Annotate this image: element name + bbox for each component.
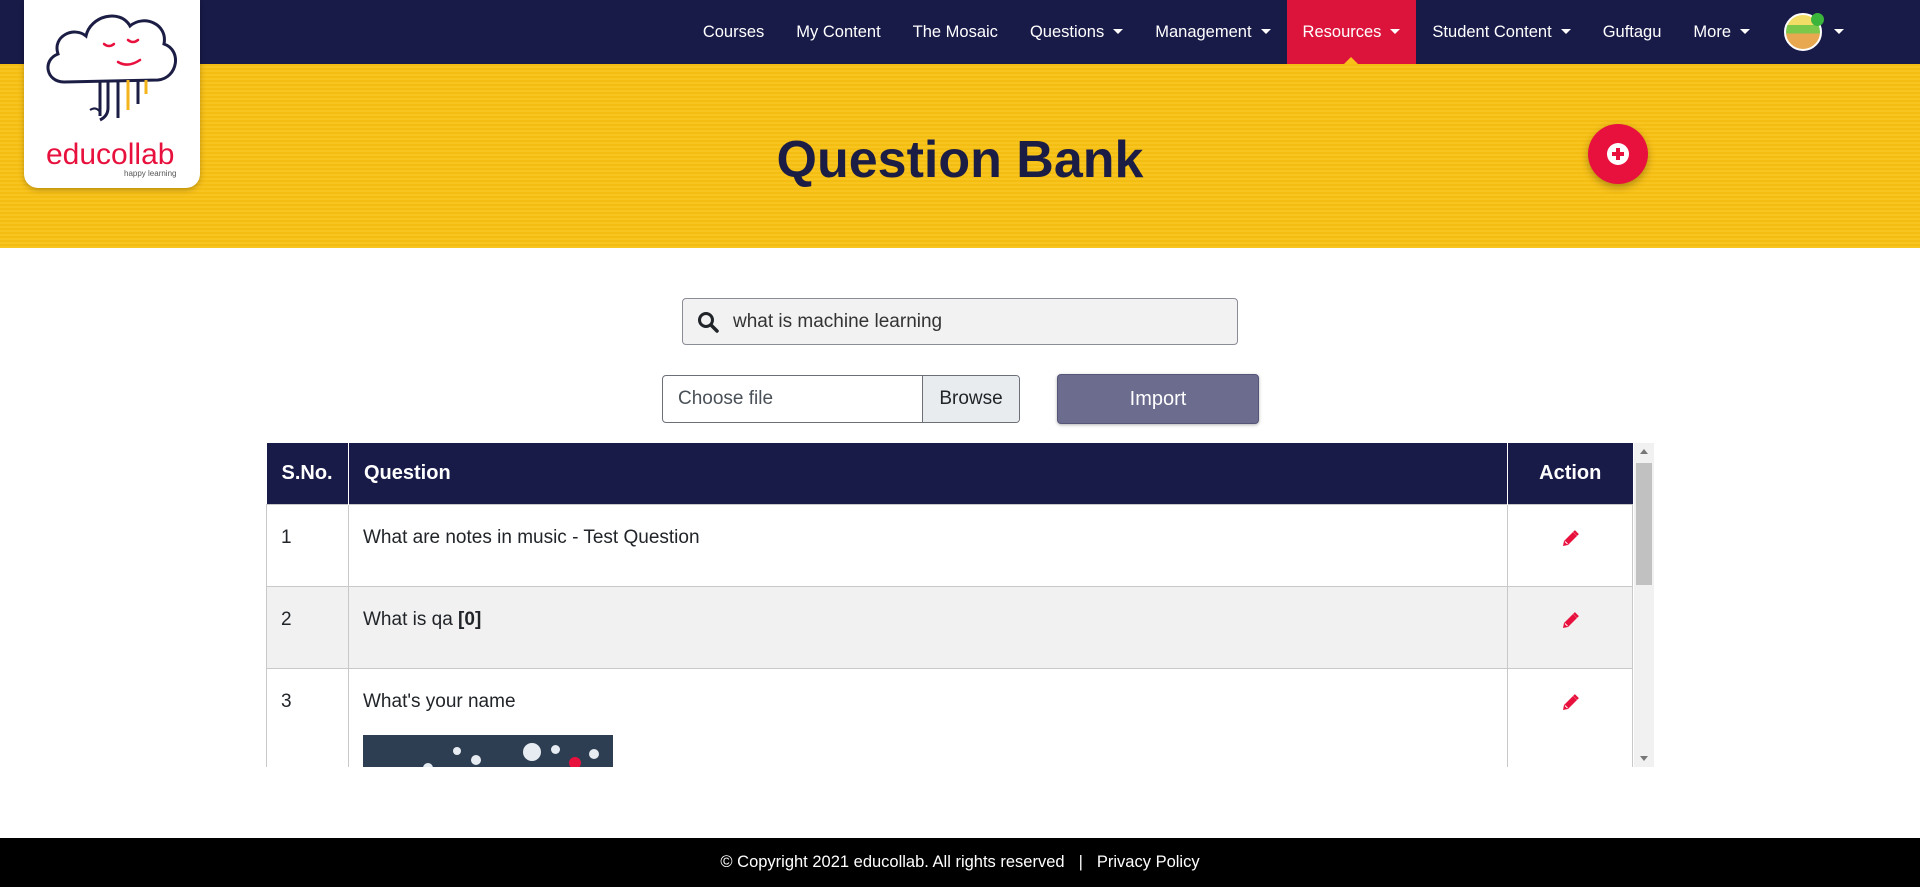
- search-input[interactable]: [733, 299, 1237, 344]
- nav-label: My Content: [796, 22, 881, 41]
- table-scrollbar[interactable]: [1634, 443, 1654, 767]
- nav-label: Student Content: [1432, 22, 1552, 41]
- chevron-down-icon: [1113, 28, 1124, 34]
- privacy-policy-link[interactable]: Privacy Policy: [1097, 853, 1200, 872]
- row-sno: 1: [266, 503, 349, 587]
- question-image: [363, 734, 613, 767]
- add-question-button[interactable]: [1588, 124, 1648, 184]
- educollab-logo-icon: educollab happy learning: [46, 14, 177, 178]
- search-icon: [683, 299, 733, 344]
- nav-item-the-mosaic[interactable]: The Mosaic: [897, 0, 1014, 64]
- chevron-down-icon: [1834, 28, 1844, 34]
- scrollbar-thumb[interactable]: [1636, 463, 1652, 585]
- nav-label: Guftagu: [1602, 22, 1662, 41]
- column-header-action: Action: [1507, 443, 1633, 504]
- row-question: What's your name: [348, 667, 1508, 767]
- row-sno: 2: [266, 585, 349, 669]
- nav-menu: Courses My Content The Mosaic Questions …: [687, 0, 1920, 64]
- footer: © Copyright 2021 educollab. All rights r…: [0, 838, 1920, 887]
- avatar-icon: [1784, 13, 1824, 51]
- question-table: S.No. Question Action 1 What are notes i…: [266, 443, 1633, 767]
- nav-item-questions[interactable]: Questions: [1014, 0, 1139, 64]
- svg-text:happy learning: happy learning: [124, 169, 176, 178]
- question-table-container: S.No. Question Action 1 What are notes i…: [266, 443, 1654, 767]
- file-upload[interactable]: Choose file Browse: [662, 375, 1020, 423]
- nav-label: Questions: [1029, 22, 1105, 41]
- profile-menu[interactable]: [1766, 0, 1858, 64]
- copyright-text: © Copyright 2021 educollab. All rights r…: [720, 853, 1065, 871]
- chevron-down-icon: [1740, 28, 1750, 34]
- file-input-placeholder[interactable]: Choose file: [663, 376, 922, 422]
- online-status-icon: [1811, 13, 1824, 26]
- question-text: What are notes in music - Test Question: [363, 526, 700, 548]
- row-question: What are notes in music - Test Question: [348, 503, 1508, 587]
- footer-separator: |: [1078, 853, 1083, 871]
- nav-label: Courses: [702, 22, 765, 41]
- pencil-icon[interactable]: [1560, 693, 1580, 719]
- table-row: 2 What is qa [0]: [266, 585, 1633, 669]
- question-text: What is qa: [363, 608, 453, 630]
- page-header-banner: Question Bank: [0, 64, 1920, 248]
- plus-circle-icon: [1607, 143, 1629, 165]
- browse-button[interactable]: Browse: [922, 376, 1019, 422]
- scroll-down-arrow-icon[interactable]: [1640, 756, 1648, 761]
- row-question: What is qa [0]: [348, 585, 1508, 669]
- row-action: [1507, 667, 1633, 767]
- chevron-down-icon: [1390, 28, 1401, 34]
- row-action: [1507, 585, 1633, 669]
- row-action: [1507, 503, 1633, 587]
- column-header-sno: S.No.: [266, 443, 349, 504]
- nav-label: More: [1693, 22, 1731, 41]
- logo[interactable]: educollab happy learning: [24, 0, 200, 188]
- table-row: 3 What's your name: [266, 667, 1633, 767]
- nav-item-my-content[interactable]: My Content: [780, 0, 896, 64]
- nav-label: The Mosaic: [912, 22, 998, 41]
- question-text: What's your name: [363, 690, 516, 712]
- chevron-down-icon: [1260, 28, 1271, 34]
- search-bar: [682, 298, 1238, 345]
- nav-item-management[interactable]: Management: [1139, 0, 1286, 64]
- table-header-row: S.No. Question Action: [266, 443, 1633, 504]
- table-row: 1 What are notes in music - Test Questio…: [266, 503, 1633, 587]
- import-button[interactable]: Import: [1057, 374, 1259, 424]
- question-suffix: [0]: [458, 608, 482, 630]
- pencil-icon[interactable]: [1560, 529, 1580, 555]
- pencil-icon[interactable]: [1560, 611, 1580, 637]
- nav-item-courses[interactable]: Courses: [687, 0, 780, 64]
- nav-label: Management: [1155, 22, 1252, 41]
- nav-item-resources[interactable]: Resources: [1286, 0, 1417, 64]
- nav-label: Resources: [1302, 22, 1382, 41]
- nav-item-guftagu[interactable]: Guftagu: [1587, 0, 1678, 64]
- scroll-up-arrow-icon[interactable]: [1640, 449, 1648, 454]
- svg-text:educollab: educollab: [46, 138, 174, 171]
- nav-item-more[interactable]: More: [1677, 0, 1766, 64]
- column-header-question: Question: [348, 443, 1508, 504]
- nav-item-student-content[interactable]: Student Content: [1416, 0, 1586, 64]
- top-navbar: Courses My Content The Mosaic Questions …: [0, 0, 1920, 64]
- chevron-down-icon: [1560, 28, 1571, 34]
- row-sno: 3: [266, 667, 349, 767]
